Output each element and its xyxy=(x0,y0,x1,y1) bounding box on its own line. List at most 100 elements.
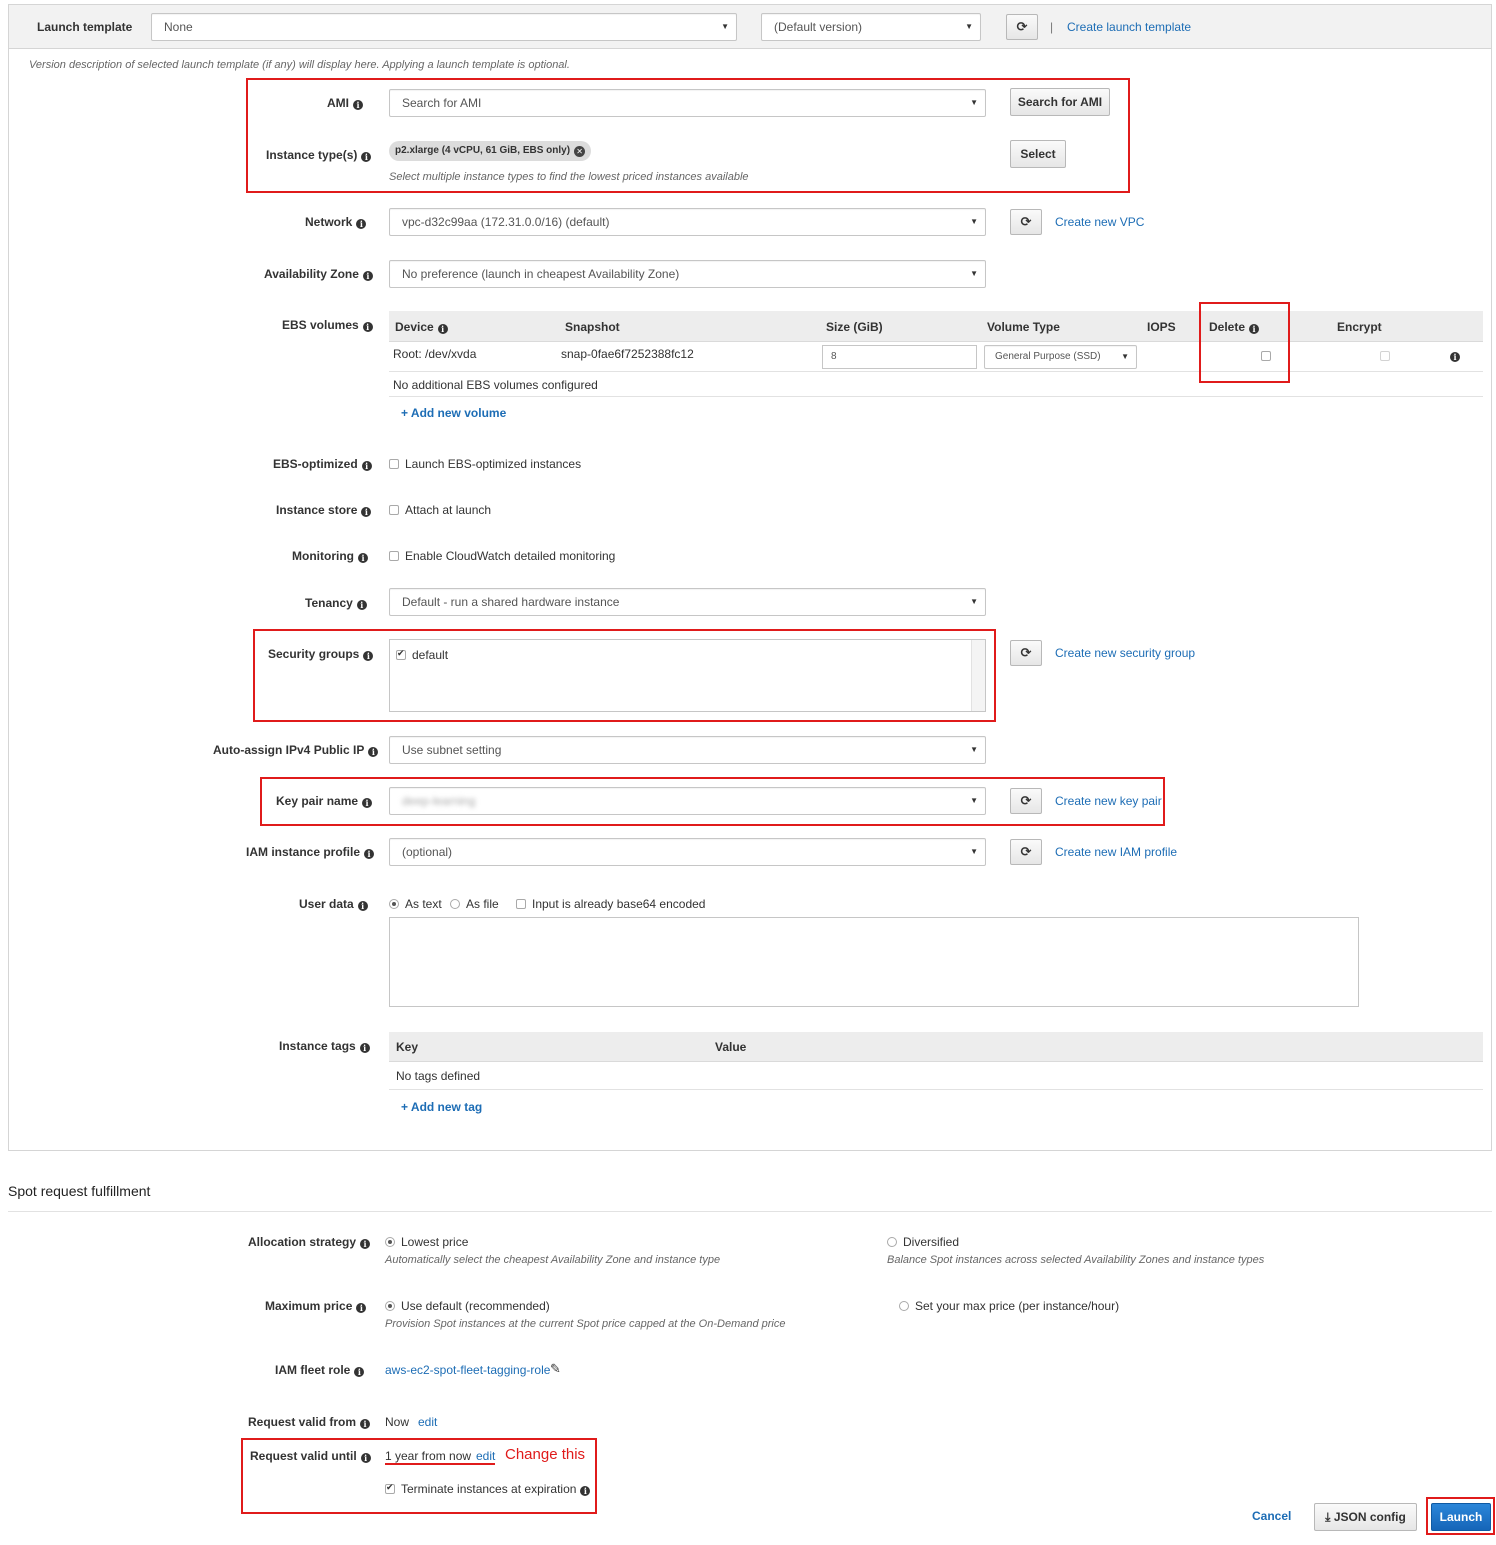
user-data-textarea[interactable] xyxy=(389,917,1359,1007)
search-ami-button[interactable]: Search for AMI xyxy=(1010,88,1110,116)
instance-tags-label: Instance tags i xyxy=(279,1039,370,1053)
info-icon[interactable]: i xyxy=(357,901,368,911)
iam-profile-select[interactable]: (optional) ▼ xyxy=(389,838,986,866)
ebs-optimized-label: EBS-optimized i xyxy=(273,457,372,471)
security-group-default[interactable]: default xyxy=(396,648,448,662)
set-max-price-radio[interactable]: Set your max price (per instance/hour) xyxy=(899,1299,1119,1313)
create-launch-template-link[interactable]: Create launch template xyxy=(1067,20,1191,34)
launch-button[interactable]: Launch xyxy=(1431,1503,1491,1531)
add-tag-link[interactable]: + Add new tag xyxy=(401,1100,482,1114)
template-description: Version description of selected launch t… xyxy=(29,59,570,71)
row-device: Root: /dev/xvda xyxy=(393,347,477,361)
create-vpc-link[interactable]: Create new VPC xyxy=(1055,215,1144,229)
ebs-optimized-checkbox[interactable]: Launch EBS-optimized instances xyxy=(389,457,581,471)
availability-zone-select[interactable]: No preference (launch in cheapest Availa… xyxy=(389,260,986,288)
instance-store-checkbox[interactable]: Attach at launch xyxy=(389,503,491,517)
info-icon[interactable]: i xyxy=(437,324,448,334)
terminate-at-expiration-checkbox[interactable]: Terminate instances at expirationi xyxy=(385,1482,591,1496)
security-groups-scrollbar[interactable] xyxy=(971,640,985,711)
instance-store-label: Instance store i xyxy=(276,503,372,517)
info-icon[interactable]: i xyxy=(360,1239,371,1249)
refresh-icon: ⟳ xyxy=(1016,19,1028,34)
info-icon[interactable]: i xyxy=(361,461,372,471)
base64-checkbox[interactable]: Input is already base64 encoded xyxy=(516,897,705,911)
spot-section-title: Spot request fulfillment xyxy=(8,1183,151,1199)
refresh-key-pairs-button[interactable]: ⟳ xyxy=(1010,788,1042,814)
launch-template-select[interactable]: None ▼ xyxy=(151,13,737,41)
info-icon[interactable]: i xyxy=(354,1367,365,1377)
add-volume-link[interactable]: + Add new volume xyxy=(401,406,506,420)
lowest-price-radio[interactable]: Lowest price xyxy=(385,1235,468,1249)
select-instance-button[interactable]: Select xyxy=(1010,140,1066,168)
chevron-down-icon: ▼ xyxy=(970,745,978,754)
iam-fleet-role-label: IAM fleet role i xyxy=(275,1363,365,1377)
no-tags-note: No tags defined xyxy=(396,1069,481,1083)
info-icon[interactable]: i xyxy=(363,651,374,661)
info-icon[interactable]: i xyxy=(361,507,372,517)
diversified-radio[interactable]: Diversified xyxy=(887,1235,959,1249)
network-label: Network i xyxy=(305,215,367,229)
chevron-down-icon: ▼ xyxy=(970,98,978,107)
row-info[interactable]: i xyxy=(1446,348,1460,362)
iam-profile-label: IAM instance profile i xyxy=(246,845,375,859)
json-config-button[interactable]: ⤓ JSON config xyxy=(1314,1503,1417,1531)
volume-type-select[interactable]: General Purpose (SSD) ▼ xyxy=(984,345,1137,369)
pencil-icon[interactable]: ✎ xyxy=(550,1361,561,1377)
info-icon[interactable]: i xyxy=(362,798,373,808)
info-icon[interactable]: i xyxy=(362,271,373,281)
remove-icon[interactable]: ✕ xyxy=(574,146,586,157)
cancel-link[interactable]: Cancel xyxy=(1252,1509,1291,1523)
create-iam-profile-link[interactable]: Create new IAM profile xyxy=(1055,845,1177,859)
info-icon[interactable]: i xyxy=(361,152,372,162)
info-icon[interactable]: i xyxy=(360,1453,371,1463)
info-icon[interactable]: i xyxy=(356,600,367,610)
instance-types-hint: Select multiple instance types to find t… xyxy=(389,171,749,183)
refresh-icon: ⟳ xyxy=(1020,793,1032,808)
info-icon[interactable]: i xyxy=(356,219,367,229)
tenancy-select[interactable]: Default - run a shared hardware instance… xyxy=(389,588,986,616)
refresh-iam-profiles-button[interactable]: ⟳ xyxy=(1010,839,1042,865)
create-security-group-link[interactable]: Create new security group xyxy=(1055,646,1195,660)
info-icon[interactable]: i xyxy=(1450,352,1460,362)
monitoring-checkbox[interactable]: Enable CloudWatch detailed monitoring xyxy=(389,549,615,563)
chevron-down-icon: ▼ xyxy=(1121,352,1129,361)
use-default-price-radio[interactable]: Use default (recommended) xyxy=(385,1299,550,1313)
info-icon[interactable]: i xyxy=(357,553,368,563)
auto-assign-ip-select[interactable]: Use subnet setting ▼ xyxy=(389,736,986,764)
user-data-label: User data i xyxy=(299,897,368,911)
monitoring-label: Monitoring i xyxy=(292,549,368,563)
refresh-templates-button[interactable]: ⟳ xyxy=(1006,14,1038,40)
ebs-table-header xyxy=(389,311,1483,342)
valid-from-edit-link[interactable]: edit xyxy=(418,1415,437,1429)
template-version-select[interactable]: (Default version) ▼ xyxy=(761,13,981,41)
info-icon[interactable]: i xyxy=(360,1419,371,1429)
network-select[interactable]: vpc-d32c99aa (172.31.0.0/16) (default) ▼ xyxy=(389,208,986,236)
create-key-pair-link[interactable]: Create new key pair xyxy=(1055,794,1162,808)
auto-assign-ip-label: Auto-assign IPv4 Public IP i xyxy=(213,743,379,757)
info-icon[interactable]: i xyxy=(368,747,379,757)
key-pair-select[interactable]: deep-learning ▼ xyxy=(389,787,986,815)
security-groups-list[interactable] xyxy=(389,639,986,712)
user-data-as-file-radio[interactable]: As file xyxy=(450,897,499,911)
info-icon[interactable]: i xyxy=(353,100,363,110)
volume-size-input[interactable]: 8 xyxy=(822,345,977,369)
ami-search-select[interactable]: Search for AMI ▼ xyxy=(389,89,986,117)
info-icon[interactable]: i xyxy=(364,849,375,859)
chevron-down-icon: ▼ xyxy=(965,22,973,31)
valid-until-label: Request valid until i xyxy=(250,1449,371,1463)
info-icon[interactable]: i xyxy=(359,1043,370,1053)
launch-template-label: Launch template xyxy=(37,20,133,34)
highlight-delete xyxy=(1199,302,1290,383)
refresh-network-button[interactable]: ⟳ xyxy=(1010,209,1042,235)
info-icon[interactable]: i xyxy=(356,1303,367,1313)
info-icon[interactable]: i xyxy=(580,1486,591,1496)
encrypt-checkbox[interactable] xyxy=(1380,349,1396,363)
refresh-security-groups-button[interactable]: ⟳ xyxy=(1010,640,1042,666)
divider xyxy=(389,1089,1483,1090)
tags-table-header xyxy=(389,1032,1483,1062)
section-divider xyxy=(8,1211,1492,1212)
info-icon[interactable]: i xyxy=(362,322,373,332)
user-data-as-text-radio[interactable]: As text xyxy=(389,897,442,911)
valid-until-edit-link[interactable]: edit xyxy=(476,1449,495,1463)
iam-fleet-role-link[interactable]: aws-ec2-spot-fleet-tagging-role xyxy=(385,1363,550,1377)
